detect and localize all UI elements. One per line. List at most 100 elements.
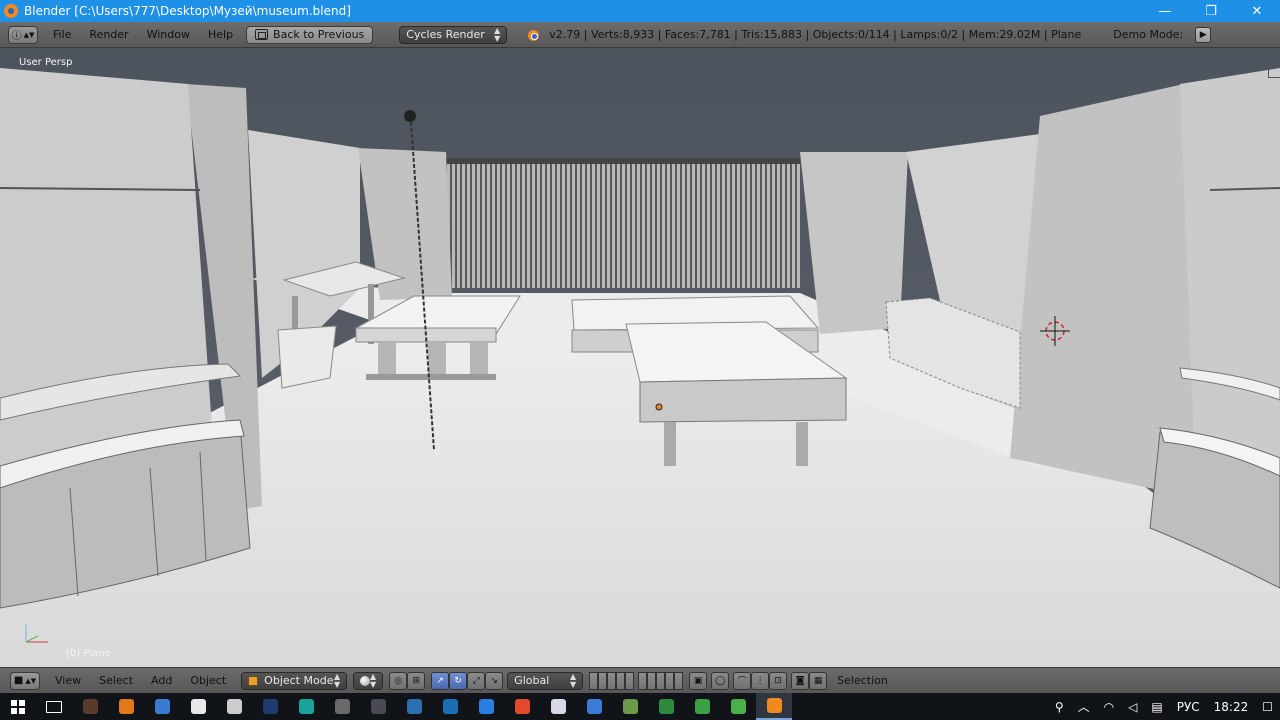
render-engine-dropdown[interactable]: Cycles Render ▲ ▼ xyxy=(399,25,508,44)
object-origin-icon xyxy=(655,403,663,411)
viewport-shading-dropdown[interactable]: ▲ ▼ xyxy=(353,671,384,690)
interaction-mode-dropdown[interactable]: Object Mode ▲ ▼ xyxy=(241,671,348,690)
taskbar-app-blender[interactable] xyxy=(756,693,792,720)
menu-object[interactable]: Object xyxy=(181,674,235,687)
task-view-button[interactable] xyxy=(36,693,72,720)
left-display-wall xyxy=(0,68,212,476)
opengl-render-icon[interactable]: ◙ xyxy=(791,671,810,690)
layer-button[interactable] xyxy=(665,671,675,690)
updown-arrows-icon: ▲▼ xyxy=(25,676,37,685)
start-button[interactable] xyxy=(0,693,36,720)
taskbar-app-box-app[interactable] xyxy=(432,693,468,720)
taskbar-app-play[interactable] xyxy=(396,693,432,720)
volume-icon[interactable]: ◁ xyxy=(1121,700,1144,714)
menu-help[interactable]: Help xyxy=(199,28,242,41)
menu-add[interactable]: Add xyxy=(142,674,181,687)
task-view-icon xyxy=(46,700,62,713)
snap-element-icon[interactable]: ⋮ xyxy=(751,671,770,690)
back-to-previous-label: Back to Previous xyxy=(273,28,365,41)
snap-target-icon[interactable]: ⊡ xyxy=(769,671,788,690)
window-titlebar: Blender [C:\Users\777\Desktop\Музей\muse… xyxy=(0,0,1280,22)
layer-buttons-group-1[interactable] xyxy=(589,671,635,690)
layer-button[interactable] xyxy=(674,671,684,690)
close-button[interactable]: ✕ xyxy=(1234,0,1280,22)
viewport-editor-type-button[interactable]: ■ ▲▼ xyxy=(10,671,40,690)
3d-viewport[interactable]: User Persp (0) Plane xyxy=(0,48,1280,667)
taskbar-app-teal-app[interactable] xyxy=(288,693,324,720)
play-icon xyxy=(406,699,422,714)
steam-icon xyxy=(370,699,386,714)
document-icon xyxy=(190,699,206,714)
dropdown-arrows-icon: ▲ ▼ xyxy=(494,25,501,43)
scale-manipulator-icon[interactable]: ⤢ xyxy=(467,671,486,690)
taskbar-app-steam[interactable] xyxy=(360,693,396,720)
language-indicator[interactable]: РУС xyxy=(1170,700,1207,714)
taskbar-app-folder-green[interactable] xyxy=(648,693,684,720)
clock[interactable]: 18:22 xyxy=(1207,700,1256,714)
maximize-button[interactable]: ❐ xyxy=(1188,0,1234,22)
taskbar-app-chrome[interactable] xyxy=(504,693,540,720)
taskbar-app-image-editor[interactable] xyxy=(324,693,360,720)
lamp-object-icon[interactable] xyxy=(404,110,416,122)
folder-green-icon xyxy=(658,699,674,714)
taskbar-app-photos[interactable] xyxy=(576,693,612,720)
taskbar-app-shield[interactable] xyxy=(72,693,108,720)
menu-render[interactable]: Render xyxy=(80,28,137,41)
layer-button[interactable] xyxy=(638,671,648,690)
taskbar-app-photoshop[interactable] xyxy=(252,693,288,720)
scene-render xyxy=(0,48,1280,667)
bench-leg xyxy=(470,342,488,378)
layer-button[interactable] xyxy=(625,671,635,690)
layer-button[interactable] xyxy=(647,671,657,690)
keyboard-icon[interactable]: ▤ xyxy=(1144,700,1169,714)
editor-type-button[interactable]: ⓘ ▲▼ xyxy=(8,25,38,44)
layer-button[interactable] xyxy=(656,671,666,690)
translate-manipulator-icon[interactable]: ↗ xyxy=(431,671,450,690)
layer-button[interactable] xyxy=(607,671,617,690)
viewport-split-corner[interactable] xyxy=(1268,66,1280,78)
layer-button[interactable] xyxy=(598,671,608,690)
back-to-previous-button[interactable]: Back to Previous xyxy=(246,25,374,44)
pivot-point-icon[interactable]: ◎ xyxy=(389,671,408,690)
rotate-manipulator-icon[interactable]: ↻ xyxy=(449,671,468,690)
curtain-rail xyxy=(446,158,800,164)
menu-window[interactable]: Window xyxy=(138,28,199,41)
cube-icon: ■ xyxy=(13,675,24,686)
left-display-case xyxy=(277,325,337,389)
viewport-view-name: User Persp xyxy=(19,57,73,68)
photoshop-icon xyxy=(262,699,278,714)
menu-view[interactable]: View xyxy=(46,674,90,687)
menu-file[interactable]: File xyxy=(44,28,80,41)
photos-icon xyxy=(586,699,602,714)
opengl-animation-icon[interactable]: ▦ xyxy=(809,671,828,690)
solid-shading-icon xyxy=(360,675,371,686)
demo-play-button[interactable]: ▶ xyxy=(1195,26,1212,43)
flame-icon xyxy=(118,699,134,714)
taskbar-app-document[interactable] xyxy=(180,693,216,720)
taskbar-app-gallery[interactable] xyxy=(612,693,648,720)
layer-buttons-group-2[interactable] xyxy=(638,671,684,690)
menu-select[interactable]: Select xyxy=(90,674,142,687)
taskbar-app-media[interactable] xyxy=(216,693,252,720)
taskbar-app-folder-leaf[interactable] xyxy=(684,693,720,720)
notifications-icon[interactable]: ☐ xyxy=(1255,700,1280,714)
snap-toggle-icon[interactable]: ⌒ xyxy=(733,671,752,690)
media-icon xyxy=(226,699,242,714)
wifi-icon[interactable]: ◠ xyxy=(1097,700,1121,714)
minimize-button[interactable]: — xyxy=(1142,0,1188,22)
layer-button[interactable] xyxy=(589,671,599,690)
layer-button[interactable] xyxy=(616,671,626,690)
proportional-edit-icon[interactable]: ◯ xyxy=(711,671,730,690)
taskbar-app-refresh[interactable] xyxy=(144,693,180,720)
taskbar-app-notepad[interactable] xyxy=(540,693,576,720)
transform-orientation-dropdown[interactable]: Global ▲ ▼ xyxy=(507,671,584,690)
window-title: Blender [C:\Users\777\Desktop\Музей\muse… xyxy=(24,4,351,18)
taskbar-app-file-green[interactable] xyxy=(720,693,756,720)
taskbar-app-flame[interactable] xyxy=(108,693,144,720)
manipulator-toggle-icon[interactable]: ⊞ xyxy=(407,671,426,690)
scale-arrow-icon[interactable]: ↘ xyxy=(485,671,504,690)
taskbar-app-paint[interactable] xyxy=(468,693,504,720)
show-hidden-icons-icon[interactable]: ︿ xyxy=(1071,698,1097,715)
lock-layers-icon[interactable]: ▣ xyxy=(689,671,708,690)
people-icon[interactable]: ⚲ xyxy=(1048,700,1071,714)
